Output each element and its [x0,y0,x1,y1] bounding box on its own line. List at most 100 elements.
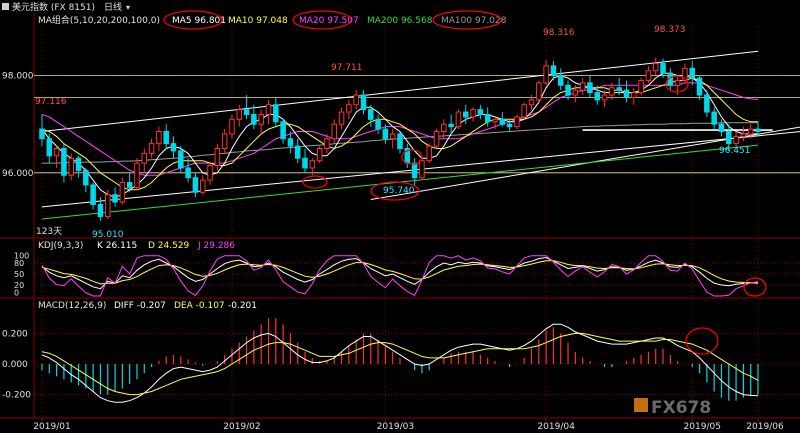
kdj-j-value: J 29.286 [197,241,235,251]
candle-body [251,113,257,125]
candle-body [521,104,527,118]
days-count-label: 123天 [36,227,62,237]
candle-body [747,128,754,135]
price-tick-label: 98.000 [2,72,34,82]
macd-dea-value: DEA -0.107 [174,301,225,311]
candle-body [514,116,520,128]
candle-body [389,133,396,140]
candle-body [696,77,703,96]
peak-label-98316: 98.316 [543,28,575,38]
candle-body [46,138,53,157]
ma-legend-label: MA组合(5,10,20,200,100,0) [38,14,160,26]
macd-diff-value: DIFF -0.207 [114,301,166,311]
candle-body [726,131,732,145]
candle-body [309,160,316,169]
kdj-k-value: K 26.115 [97,241,137,251]
kdj-d-line [41,260,759,285]
candle-body [631,92,637,98]
candle-body [243,109,250,115]
market-chart[interactable]: 美元指数 (FX 8151) 日线 ▾ MA组合(5,10,20,200,100… [0,0,800,433]
candle-body [733,135,739,145]
candle-body [178,150,184,169]
time-tick-label: 2019/04 [537,422,575,432]
candle-body [258,113,264,125]
candle-body [462,111,469,118]
candle-body [689,67,696,79]
kdj-legend-label: KDJ(9,3,3) [38,241,83,251]
candle-body [68,157,74,176]
horizontal-levels [34,75,800,174]
chevron-down-icon[interactable]: ▾ [126,3,130,12]
candle-body [53,148,60,157]
macd-legend-label: MACD(12,26,9) [38,301,106,311]
macd-cross-circle [685,327,719,355]
ma10-value: MA10 97.048 [228,16,288,26]
macd-tick-label: 0.000 [2,360,28,370]
candle-body [499,118,506,125]
candle-body [601,94,608,101]
candle-body [718,123,725,133]
candle-body [75,157,82,171]
candle-body [265,104,272,115]
candle-body [652,62,659,72]
candle-body [294,145,301,159]
kdj-lines[interactable] [41,255,759,297]
candle-body [163,131,169,145]
candle-body [316,148,323,162]
instrument-title: 美元指数 (FX 8151) [12,1,95,13]
candle-body [119,182,126,203]
candle-body [536,82,542,101]
low-label-95010: 95.010 [92,230,124,240]
macd-axis: 0.200 0.000 -0.200 [2,329,31,400]
peak-label-97711: 97.711 [331,63,363,73]
candle-body [221,133,228,150]
candle-body [338,111,345,125]
candle-body [97,203,104,218]
candle-body [280,121,286,140]
candle-body [411,162,418,179]
kdj-axis: 0205080100 [14,252,29,298]
candle-body [755,128,761,132]
candle-body [353,94,359,106]
period-selector[interactable]: 日线 [104,1,122,13]
macd-tick-label: 0.200 [2,329,28,339]
candle-body [433,131,440,147]
candle-body [324,138,330,150]
panel-frames [0,13,800,419]
index-square-icon [2,3,9,10]
candle-body [229,118,235,135]
candle-body [470,109,476,118]
macd-tick-label: -0.200 [2,391,31,401]
kdj-tick-label: 100 [14,252,29,261]
candle-body [382,128,389,140]
candle-body [331,123,338,140]
watermark-logo-icon [634,398,648,412]
candle-body [550,65,557,77]
candle-body [375,118,381,130]
candle-body [192,177,199,193]
peak-label-98373: 98.373 [654,25,686,35]
chart-window: 美元指数 (FX 8151) 日线 ▾ MA组合(5,10,20,200,100… [0,0,800,433]
macd-hist-value: -0.201 [228,301,257,311]
candle-body [156,131,162,145]
candle-body [441,123,447,133]
time-axis: 2019/01 2019/02 2019/03 2019/04 2019/05 2019/… [33,418,784,432]
candle-body [455,111,462,128]
candle-body [141,152,148,164]
macd-legend: MACD(12,26,9) DIFF -0.207 DEA -0.107 -0.… [38,301,257,311]
kdj-tick-label: 50 [14,270,24,279]
candle-body [623,89,630,98]
candle-body [214,148,221,167]
candle-body [39,128,45,140]
candle-body [236,109,243,120]
candle-body [346,104,352,113]
candle-body [638,79,644,94]
candle-body [594,92,601,101]
candle-body [609,87,615,96]
candle-body [557,75,564,86]
header: 美元指数 (FX 8151) 日线 ▾ [0,0,800,13]
peak-label-97116: 97.116 [35,97,67,107]
time-tick-label: 2019/06 [746,422,784,432]
kdj-tick-label: 20 [14,281,24,290]
low-label-95740: 95.740 [383,186,415,196]
